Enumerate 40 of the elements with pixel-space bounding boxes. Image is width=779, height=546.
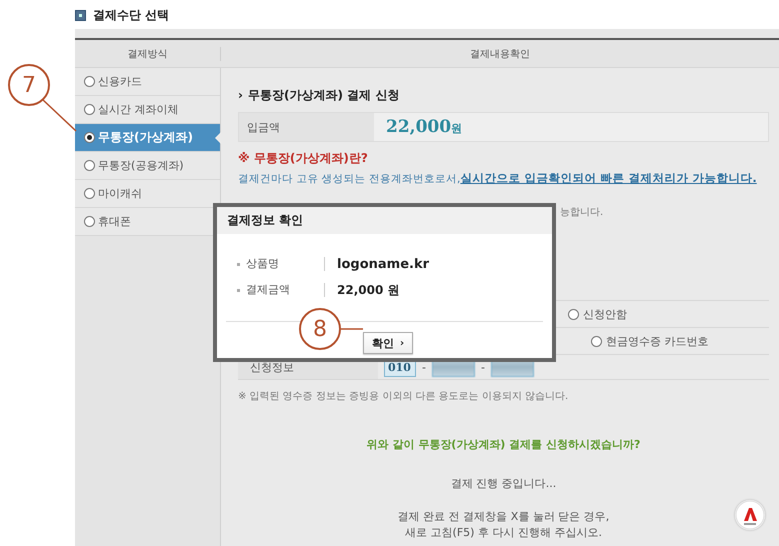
column-header: 결제내용확인 bbox=[469, 48, 531, 60]
confirm-button[interactable]: 확인 › bbox=[363, 332, 414, 354]
info-value: 22,000 원 bbox=[337, 282, 400, 298]
payment-method-item[interactable]: 마이캐쉬 bbox=[75, 180, 220, 208]
amount-value: 22,000 bbox=[386, 117, 452, 137]
info-heading: ※ 무통장(가상계좌)란? bbox=[238, 150, 369, 167]
leader-line bbox=[341, 328, 363, 330]
info-link[interactable]: 실시간으로 입금확인되어 빠른 결제처리가 가능합니다. bbox=[460, 171, 757, 185]
column-header: 결제방식 bbox=[75, 46, 221, 60]
radio-button[interactable] bbox=[568, 308, 579, 320]
instruction-text: 결제 완료 전 결제창을 X를 눌러 닫은 경우, bbox=[398, 510, 610, 523]
radio-button[interactable] bbox=[591, 336, 602, 346]
notice-text: ※ 입력된 영수증 정보는 증빙용 이외의 다른 용도로는 이용되지 않습니다. bbox=[238, 390, 570, 403]
radio-label: 신청안함 bbox=[583, 306, 627, 322]
leader-line bbox=[41, 98, 77, 132]
info-text: 결제건마다 고유 생성되는 전용계좌번호로서, bbox=[238, 173, 460, 185]
instruction-text: 새로 고침(F5) 후 다시 진행해 주십시오. bbox=[405, 526, 602, 539]
payment-method-item[interactable]: 무통장(가상계좌) bbox=[75, 124, 220, 152]
bullet-icon bbox=[237, 288, 240, 292]
amount-label: 입금액 bbox=[239, 113, 374, 141]
confirm-question: 위와 같이 무통장(가상계좌) 결제를 신청하시겠습니까? bbox=[366, 437, 642, 452]
radio-label: 현금영수증 카드번호 bbox=[606, 334, 708, 348]
separator-text: - bbox=[422, 360, 426, 374]
section-bullet-icon bbox=[75, 10, 86, 21]
partial-text: 능합니다. bbox=[560, 207, 604, 218]
separator-text: - bbox=[480, 360, 485, 374]
step-number-badge: 7 bbox=[8, 64, 50, 106]
content-title: 무통장(가상계좌) 결제 신청 bbox=[248, 86, 400, 104]
info-label: 결제금액 bbox=[246, 283, 325, 297]
bullet-icon bbox=[237, 262, 240, 266]
payment-method-item[interactable]: 무통장(공용계좌) bbox=[75, 152, 220, 180]
amount-unit: 원 bbox=[451, 121, 462, 136]
payment-method-item[interactable]: 실시간 계좌이체 bbox=[75, 96, 220, 124]
info-label: 상품명 bbox=[246, 257, 325, 271]
payment-method-item[interactable]: 신용카드 bbox=[75, 68, 220, 96]
section-title: 결제수단 선택 bbox=[93, 7, 170, 24]
chevron-icon: › bbox=[238, 88, 243, 102]
info-value: logoname.kr bbox=[337, 256, 430, 272]
dialog-title: 결제정보 확인 bbox=[227, 212, 304, 229]
status-text: 결제 진행 중입니다... bbox=[450, 476, 558, 491]
